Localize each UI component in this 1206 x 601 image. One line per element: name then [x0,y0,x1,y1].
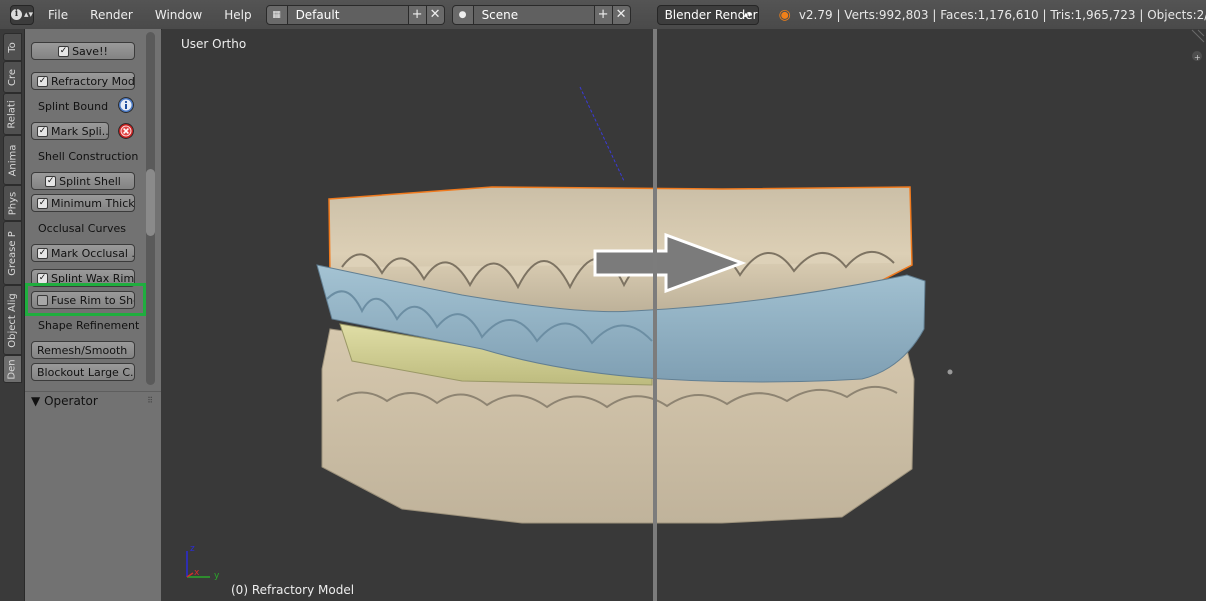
updown-icon: ▴▾ [24,9,34,20]
shape-refinement-label: Shape Refinement [38,319,140,332]
z-axis-label: z [190,544,195,554]
layout-name-field[interactable]: Default [287,4,409,25]
mark-splint-button[interactable]: ✓ Mark Spli... [31,122,109,140]
splint-shell-button[interactable]: ✓ Splint Shell [31,172,135,190]
editor-type-button[interactable]: i ▴▾ [10,4,35,25]
menu-window[interactable]: Window [155,8,202,22]
triangle-down-icon: ▼ [31,394,41,408]
info-icon[interactable] [118,97,134,113]
scene-remove-button[interactable]: ✕ [612,4,631,25]
tab-object-align[interactable]: Object Alig [3,285,22,355]
check-icon: ✓ [37,247,48,259]
check-icon: ✓ [37,75,48,87]
object-axis-line [579,86,625,182]
panel-scrollbar-thumb[interactable] [146,169,155,236]
check-icon: ✓ [37,197,48,209]
blockout-large-button[interactable]: Blockout Large C... [31,363,135,381]
highlight-box [25,283,146,316]
tab-dental[interactable]: Den [3,355,22,383]
menu-help[interactable]: Help [224,8,251,22]
scene-browse-button[interactable]: ● [451,4,474,25]
tab-tools[interactable]: To [3,33,22,61]
layout-grid-icon: ▦ [272,9,281,20]
menu-render[interactable]: Render [90,8,133,22]
occlusal-curves-label: Occlusal Curves [38,222,126,235]
tab-grease-pencil[interactable]: Grease P [3,221,22,285]
updown-icon: ▴▾ [743,9,752,19]
layout-remove-button[interactable]: ✕ [426,4,445,25]
info-header: i ▴▾ File Render Window Help ▦ Default +… [0,0,1206,30]
operator-panel-header[interactable]: ▼ Operator ⠿ [25,391,161,410]
dental-operators-area: ✓ Save!! ✓ Refractory Model Splint Bound… [25,29,161,387]
tab-animation[interactable]: Anima [3,135,22,185]
x-axis-label: x [194,568,200,578]
menu-file[interactable]: File [48,8,68,22]
area-split-corner-icon[interactable] [1191,29,1205,43]
scene-icon: ● [458,9,467,20]
splint-bound-label: Splint Bound [38,100,109,113]
split-divider[interactable] [653,29,657,601]
check-icon: ✓ [45,175,57,187]
check-icon: ✓ [58,45,70,57]
minimum-thickness-button[interactable]: ✓ Minimum Thick... [31,194,135,212]
y-axis-label: y [214,571,220,581]
active-object-label: (0) Refractory Model [231,583,355,597]
scene-stats: v2.79 | Verts:992,803 | Faces:1,176,610 … [798,7,1206,22]
3d-viewport[interactable]: User Ortho z y x + (0) Refractory Model [162,29,1206,601]
check-icon: ✓ [37,272,48,284]
plus-icon: + [597,7,609,22]
dental-model-render: z y x + [186,29,1205,581]
tab-create[interactable]: Cre [3,61,22,93]
tab-relations[interactable]: Relati [3,93,22,135]
render-engine-dropdown[interactable]: Blender Render ▴▾ [656,4,759,25]
cursor-dot [947,369,953,375]
check-icon: ✓ [37,125,48,137]
plus-icon: + [411,7,423,22]
tool-shelf-tabs: To Cre Relati Anima Phys Grease P Object… [0,29,25,601]
refractory-model-button[interactable]: ✓ Refractory Model [31,72,135,90]
operator-label: Operator [44,394,98,408]
scene-add-button[interactable]: + [594,4,613,25]
info-icon: i [11,9,22,20]
close-icon: ✕ [615,7,627,22]
scene-name-field[interactable]: Scene [473,4,595,25]
close-icon: ✕ [429,7,441,22]
mark-occlusal-button[interactable]: ✓ Mark Occlusal ... [31,244,135,262]
layout-add-button[interactable]: + [408,4,427,25]
plus-icon: + [1194,53,1201,62]
error-icon[interactable] [118,123,134,139]
layout-browse-button[interactable]: ▦ [265,4,288,25]
save-button[interactable]: ✓ Save!! [31,42,135,60]
tab-physics[interactable]: Phys [3,185,22,221]
grip-icon[interactable]: ⠿ [147,392,153,410]
screen-layout-selector: ▦ Default + ✕ [265,4,445,25]
blender-logo-icon: ◉ [778,6,791,23]
remesh-smooth-button[interactable]: Remesh/Smooth [31,341,135,359]
scene-selector: ● Scene + ✕ [451,4,631,25]
shell-construction-label: Shell Construction [38,150,139,163]
